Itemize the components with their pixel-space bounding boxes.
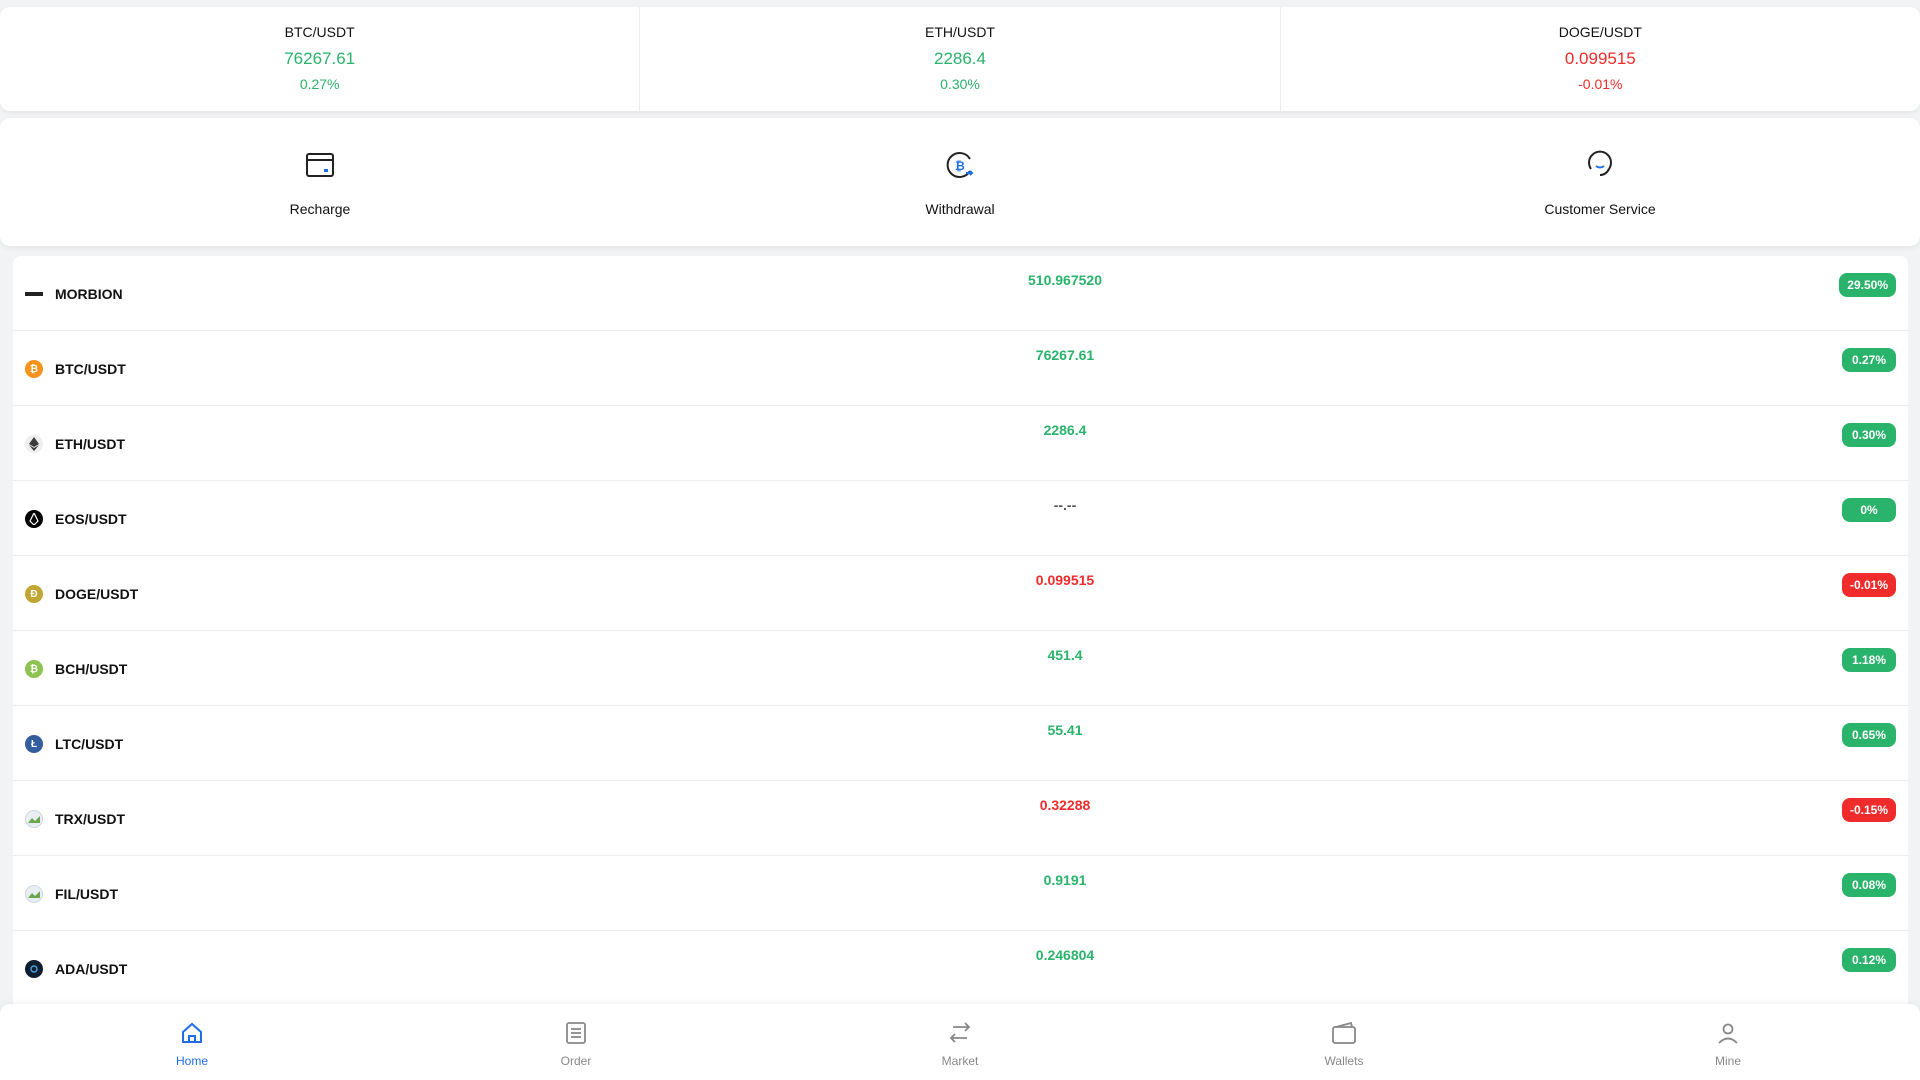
last-price: --.-- [1053, 497, 1077, 513]
app-page: BTC/USDT 76267.61 0.27% ETH/USDT 2286.4 … [0, 0, 1920, 1080]
eos-icon [25, 510, 43, 528]
morbion-logo-icon [25, 285, 43, 303]
wallet-icon [1331, 1020, 1357, 1046]
ticker-change: -0.01% [1578, 76, 1623, 92]
pair-name: ETH/USDT [55, 436, 125, 452]
nav-label: Mine [1714, 1054, 1741, 1068]
pair-name: MORBION [55, 286, 123, 302]
cardano-icon [25, 960, 43, 978]
last-price: 510.967520 [1028, 272, 1102, 288]
change-badge: 1.18% [1842, 648, 1896, 672]
ticker-price: 76267.61 [284, 49, 356, 68]
dogecoin-icon: Ð [25, 585, 43, 603]
ticker-change: 0.27% [299, 76, 340, 92]
svg-text:₿: ₿ [955, 159, 965, 173]
pair-name: EOS/USDT [55, 511, 127, 527]
market-row[interactable]: ETH/USDT 2286.4 0.30% [13, 406, 1908, 481]
pair-name: FIL/USDT [55, 886, 118, 902]
change-badge: -0.15% [1841, 798, 1896, 822]
change-badge: -0.01% [1841, 573, 1896, 597]
bitcoin-icon: ₿ [25, 360, 43, 378]
pair-name: BCH/USDT [55, 661, 128, 677]
pair-name: LTC/USDT [55, 736, 124, 752]
market-row[interactable]: ₿ BTC/USDT 76267.61 0.27% [13, 331, 1908, 406]
last-price: 0.9191 [1043, 872, 1087, 888]
ticker-strip: BTC/USDT 76267.61 0.27% ETH/USDT 2286.4 … [0, 7, 1920, 111]
trx-image-icon [25, 810, 43, 828]
change-badge: 29.50% [1839, 273, 1896, 297]
last-price: 2286.4 [1043, 422, 1087, 438]
user-icon [1715, 1020, 1741, 1046]
ticker-pair: ETH/USDT [924, 24, 995, 40]
litecoin-icon: Ł [25, 735, 43, 753]
ticker-price: 0.099515 [1564, 49, 1636, 68]
pair-name: TRX/USDT [55, 811, 125, 827]
market-row[interactable]: ₿ BCH/USDT 451.4 1.18% [13, 631, 1908, 706]
exchange-arrows-icon [947, 1020, 973, 1046]
ticker-btc[interactable]: BTC/USDT 76267.61 0.27% [0, 7, 641, 111]
market-row[interactable]: EOS/USDT --.-- 0% [13, 481, 1908, 556]
last-price: 0.099515 [1035, 572, 1095, 588]
bitcoin-exchange-icon: ₿ [943, 148, 977, 182]
change-badge: 0.30% [1842, 423, 1896, 447]
nav-wallets[interactable]: Wallets [1152, 1004, 1536, 1080]
nav-label: Order [560, 1054, 592, 1068]
last-price: 451.4 [1047, 647, 1083, 663]
customer-service-button[interactable]: Customer Service [1280, 118, 1920, 246]
nav-label: Home [175, 1054, 208, 1068]
nav-label: Wallets [1324, 1054, 1364, 1068]
last-price: 0.246804 [1035, 947, 1095, 963]
ticker-price: 2286.4 [933, 49, 986, 68]
order-list-icon [563, 1020, 589, 1046]
ticker-pair: DOGE/USDT [1558, 24, 1642, 40]
home-icon [179, 1020, 205, 1046]
bitcoin-cash-icon: ₿ [25, 660, 43, 678]
nav-mine[interactable]: Mine [1536, 1004, 1920, 1080]
market-row[interactable]: FIL/USDT 0.9191 0.08% [13, 856, 1908, 931]
ticker-pair: BTC/USDT [284, 24, 355, 40]
withdrawal-label: Withdrawal [925, 201, 995, 217]
pair-name: DOGE/USDT [55, 586, 139, 602]
last-price: 55.41 [1047, 722, 1083, 738]
market-row[interactable]: ADA/USDT 0.246804 0.12% [13, 931, 1908, 1004]
withdrawal-button[interactable]: ₿ Withdrawal [640, 118, 1280, 246]
market-row[interactable]: TRX/USDT 0.32288 -0.15% [13, 781, 1908, 856]
market-row[interactable]: Ð DOGE/USDT 0.099515 -0.01% [13, 556, 1908, 631]
ticker-doge[interactable]: DOGE/USDT 0.099515 -0.01% [1281, 7, 1920, 111]
nav-market[interactable]: Market [768, 1004, 1152, 1080]
pair-name: BTC/USDT [55, 361, 126, 377]
last-price: 76267.61 [1035, 347, 1095, 363]
customer-service-label: Customer Service [1544, 201, 1656, 217]
change-badge: 0.65% [1842, 723, 1896, 747]
change-badge: 0.08% [1842, 873, 1896, 897]
change-badge: 0% [1842, 498, 1896, 522]
ticker-eth[interactable]: ETH/USDT 2286.4 0.30% [640, 7, 1281, 111]
headset-icon [1583, 148, 1617, 182]
bottom-nav: Home Order Market Wallets Mine [0, 1004, 1920, 1080]
change-badge: 0.12% [1842, 948, 1896, 972]
market-list: MORBION 510.967520 29.50% ₿ BTC/USDT 762… [13, 256, 1908, 1004]
recharge-label: Recharge [289, 201, 351, 217]
change-badge: 0.27% [1842, 348, 1896, 372]
ticker-change: 0.30% [940, 76, 980, 92]
fil-image-icon [25, 885, 43, 903]
card-icon [303, 148, 337, 182]
pair-name: ADA/USDT [55, 961, 128, 977]
recharge-button[interactable]: Recharge [0, 118, 640, 246]
last-price: 0.32288 [1039, 797, 1091, 813]
quick-actions: Recharge ₿ Withdrawal Customer Service [0, 118, 1920, 246]
market-row[interactable]: MORBION 510.967520 29.50% [13, 256, 1908, 331]
market-row[interactable]: Ł LTC/USDT 55.41 0.65% [13, 706, 1908, 781]
nav-order[interactable]: Order [384, 1004, 768, 1080]
nav-label: Market [941, 1054, 979, 1068]
ethereum-icon [25, 435, 43, 453]
nav-home[interactable]: Home [0, 1004, 384, 1080]
